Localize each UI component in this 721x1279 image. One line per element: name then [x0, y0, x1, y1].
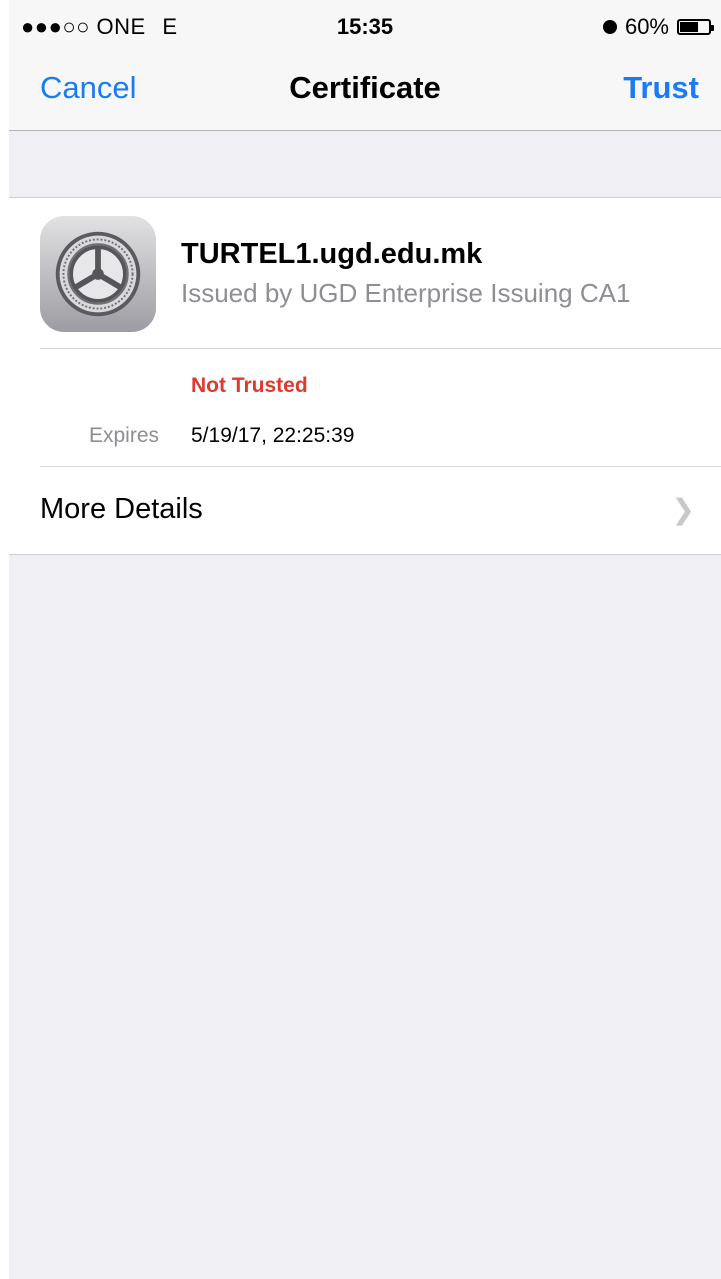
expires-value: 5/19/17, 22:25:39	[191, 424, 355, 447]
expires-label: Expires	[89, 424, 160, 447]
more-details-label: More Details	[40, 493, 203, 525]
more-details-row[interactable]: More Details ❯	[9, 467, 721, 553]
navigation-bar: Cancel Certificate Trust	[9, 54, 721, 131]
divider	[40, 348, 721, 349]
battery-icon	[677, 19, 714, 35]
trust-status: Not Trusted	[191, 374, 308, 397]
alarm-icon	[602, 20, 617, 34]
settings-gear-icon	[40, 216, 156, 332]
certificate-issuer: Issued by UGD Enterprise Issuing CA1	[181, 278, 631, 308]
trust-button[interactable]: Trust	[623, 70, 699, 106]
battery-percent: 60%	[624, 14, 669, 39]
page-title: Certificate	[289, 70, 441, 105]
certificate-name: TURTEL1.ugd.edu.mk	[181, 238, 483, 270]
certificate-card: TURTEL1.ugd.edu.mk Issued by UGD Enterpr…	[9, 197, 721, 555]
phone-screen: ●●●○○ ONE E 15:35 60% Cancel Certificate…	[9, 0, 721, 1279]
chevron-right-icon: ❯	[671, 494, 695, 525]
status-bar: ●●●○○ ONE E 15:35 60%	[9, 0, 721, 54]
